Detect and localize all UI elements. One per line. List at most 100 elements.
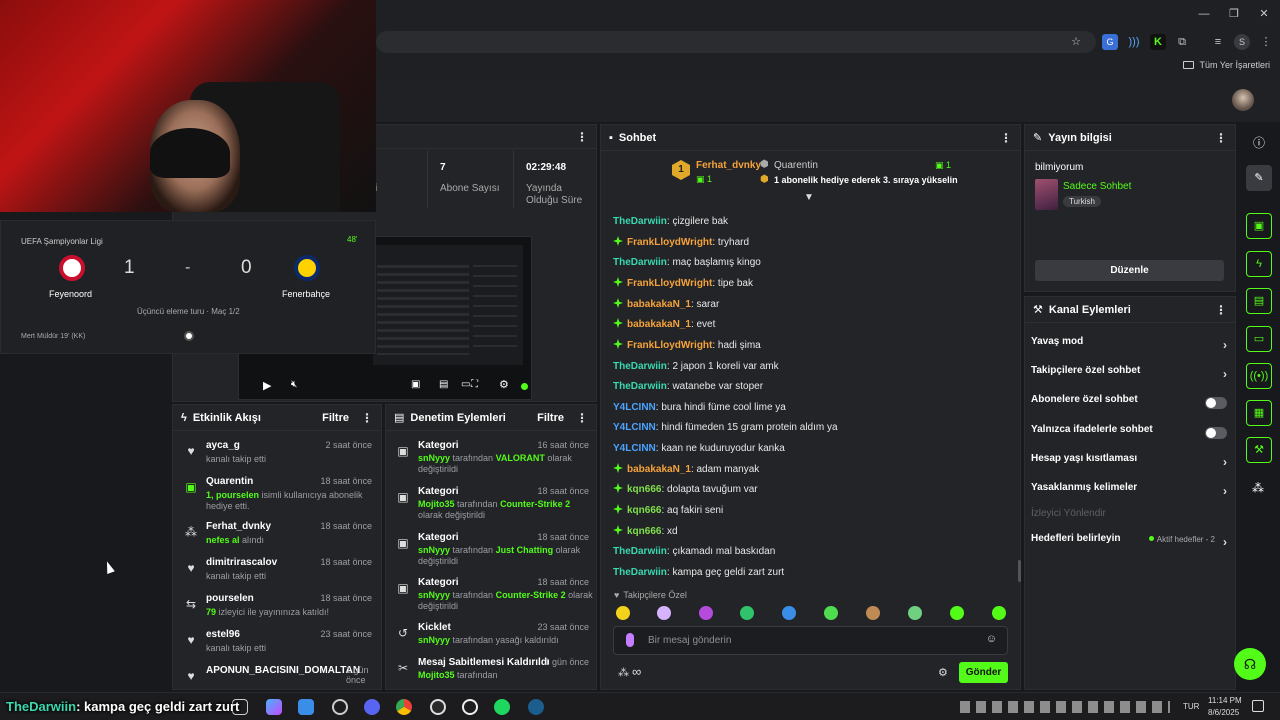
store-icon[interactable] (298, 699, 314, 715)
emote-icon[interactable] (866, 606, 880, 620)
moderator-name[interactable]: snNyyy (418, 545, 450, 555)
activity-item[interactable]: ♥ ayca_g 2 saat önce kanalı takip etti (176, 440, 376, 480)
edit-stream-info-button[interactable]: Düzenle (1035, 260, 1224, 281)
activity-username[interactable]: ayca_g (206, 440, 240, 451)
emote-icon[interactable] (699, 606, 713, 620)
chat-settings-icon[interactable]: ⚙ (938, 666, 948, 679)
panel-menu-icon[interactable]: ⋮ (1215, 303, 1227, 317)
moderator-name[interactable]: snNyyy (418, 635, 450, 645)
spotify-icon[interactable] (494, 699, 510, 715)
infinity-icon[interactable]: ∞ (632, 664, 641, 679)
activity-username[interactable]: estel96 (206, 629, 240, 640)
fullscreen-icon[interactable]: ⛶ (471, 379, 478, 390)
copilot-icon[interactable] (266, 699, 282, 715)
address-bar[interactable] (376, 31, 1096, 53)
audio-extension-icon[interactable]: ))) (1126, 34, 1142, 50)
notification-icon[interactable] (1252, 700, 1264, 712)
chat-username[interactable]: TheDarwiin (613, 361, 667, 372)
system-tray[interactable] (960, 701, 1170, 713)
chat-username[interactable]: babakakaN_1 (627, 464, 691, 475)
channel-action-4[interactable]: Hesap yaşı kısıtlaması › (1031, 453, 1229, 473)
chat-username[interactable]: kqn666 (627, 526, 661, 537)
moderator-name[interactable]: snNyyy (418, 453, 450, 463)
panel-rail-icon[interactable]: ▦ (1246, 400, 1272, 426)
clock-date[interactable]: 8/6/2025 (1208, 708, 1239, 717)
clip-icon[interactable]: ▤ (439, 379, 448, 390)
emote-icon[interactable] (992, 606, 1006, 620)
chat-username[interactable]: babakakaN_1 (627, 299, 691, 310)
chat-username[interactable]: FrankLloydWright (627, 340, 712, 351)
emote-icon[interactable] (908, 606, 922, 620)
activity-filter-button[interactable]: Filtre (322, 412, 349, 424)
activity-username[interactable]: pourselen (206, 593, 254, 604)
activity-item[interactable]: ▣ Quarentin 18 saat önce 1, pourselen isiml… (176, 476, 376, 516)
channel-action-7[interactable]: Hedefleri belirleyin Aktif hedefler - 2 › (1031, 533, 1229, 553)
emote-icon[interactable] (657, 606, 671, 620)
activity-item[interactable]: ⇆ pourselen 18 saat önce 79 izleyici ile ya… (176, 593, 376, 633)
bookmark-star-icon[interactable]: ☆ (1068, 34, 1084, 50)
channel-action-3[interactable]: Yalnızca ifadelerle sohbet (1031, 424, 1229, 444)
panel-menu-icon[interactable]: ⋮ (361, 411, 373, 425)
document-rail-icon[interactable]: ▤ (1246, 288, 1272, 314)
play-icon[interactable]: ▶ (263, 379, 271, 392)
emote-icon[interactable] (740, 606, 754, 620)
chat-username[interactable]: kqn666 (627, 484, 661, 495)
all-bookmarks-button[interactable]: Tüm Yer İşaretleri (1183, 60, 1270, 70)
channel-action-0[interactable]: Yavaş mod › (1031, 336, 1229, 356)
chat-username[interactable]: babakakaN_1 (627, 319, 691, 330)
channel-action-2[interactable]: Abonelere özel sohbet (1031, 394, 1229, 414)
toggle-switch[interactable] (1205, 397, 1227, 409)
collapse-arrow-icon[interactable]: ▼ (804, 192, 814, 203)
extensions-puzzle-icon[interactable]: ⧉ (1174, 34, 1190, 50)
microphone-icon[interactable] (626, 633, 634, 647)
panel-menu-icon[interactable]: ⋮ (576, 411, 588, 425)
activity-item[interactable]: ♥ estel96 23 saat önce kanalı takip etti (176, 629, 376, 669)
chat-username[interactable]: FrankLloydWright (627, 278, 712, 289)
browser-menu-icon[interactable]: ⋮ (1258, 34, 1274, 50)
more-rail-icon[interactable]: ⁂ (1252, 481, 1264, 495)
pip-icon[interactable]: ▣ (411, 379, 420, 390)
discord-icon[interactable] (364, 699, 380, 715)
activity-item[interactable]: ♥ dimitrirascalov 18 saat önce kanalı takip… (176, 557, 376, 597)
chat-extras-icon[interactable]: ⁂ (618, 666, 629, 679)
user-avatar[interactable] (1232, 89, 1254, 111)
mute-icon[interactable]: 🔇︎ (291, 379, 297, 390)
channel-action-5[interactable]: Yasaklanmış kelimeler › (1031, 482, 1229, 502)
activity-username[interactable]: Ferhat_dvnky (206, 521, 271, 532)
panel-menu-icon[interactable]: ⋮ (576, 130, 588, 144)
stream-category-link[interactable]: Sadece Sohbet (1063, 181, 1131, 192)
send-button[interactable]: Gönder (959, 662, 1008, 683)
close-icon[interactable]: ✕ (1256, 6, 1272, 22)
chat-username[interactable]: TheDarwiin (613, 546, 667, 557)
language-indicator[interactable]: TUR (1183, 702, 1199, 711)
steam-icon[interactable] (528, 699, 544, 715)
obs-icon[interactable] (430, 699, 446, 715)
info-icon[interactable]: ⓘ (1253, 134, 1265, 151)
chrome-icon[interactable] (396, 699, 412, 715)
chat-scrollbar[interactable] (1018, 560, 1021, 582)
activity-username[interactable]: APONUN_BACISINI_DOMALTAN (206, 665, 360, 676)
steelseries-icon[interactable] (462, 699, 478, 715)
profile-avatar-icon[interactable]: S (1234, 34, 1250, 50)
chat-username[interactable]: TheDarwiin (613, 381, 667, 392)
chat-username[interactable]: kqn666 (627, 505, 661, 516)
lightning-rail-icon[interactable]: ϟ (1246, 251, 1272, 277)
chat-rail-icon[interactable]: ▭ (1246, 326, 1272, 352)
chat-username[interactable]: Y4LCINN (613, 443, 656, 454)
second-gifter-name[interactable]: Quarentin (774, 160, 818, 171)
panel-menu-icon[interactable]: ⋮ (1215, 131, 1227, 145)
chat-username[interactable]: TheDarwiin (613, 216, 667, 227)
channel-action-1[interactable]: Takipçilere özel sohbet › (1031, 365, 1229, 385)
media-control-icon[interactable]: ≡ (1210, 34, 1226, 50)
moderator-name[interactable]: Mojito35 (418, 499, 455, 509)
top-gifter-name[interactable]: Ferhat_dvnky (696, 160, 761, 171)
settings-app-icon[interactable] (332, 699, 348, 715)
camera-rail-icon[interactable]: ▣ (1246, 213, 1272, 239)
restore-icon[interactable]: ❐ (1226, 6, 1242, 22)
minimize-icon[interactable]: — (1196, 6, 1212, 22)
moderator-name[interactable]: Mojito35 (418, 670, 455, 680)
settings-gear-icon[interactable]: ⚙ (499, 378, 509, 391)
panel-menu-icon[interactable]: ⋮ (1000, 131, 1012, 145)
kick-extension-icon[interactable]: K (1150, 34, 1166, 50)
moderator-name[interactable]: snNyyy (418, 590, 450, 600)
